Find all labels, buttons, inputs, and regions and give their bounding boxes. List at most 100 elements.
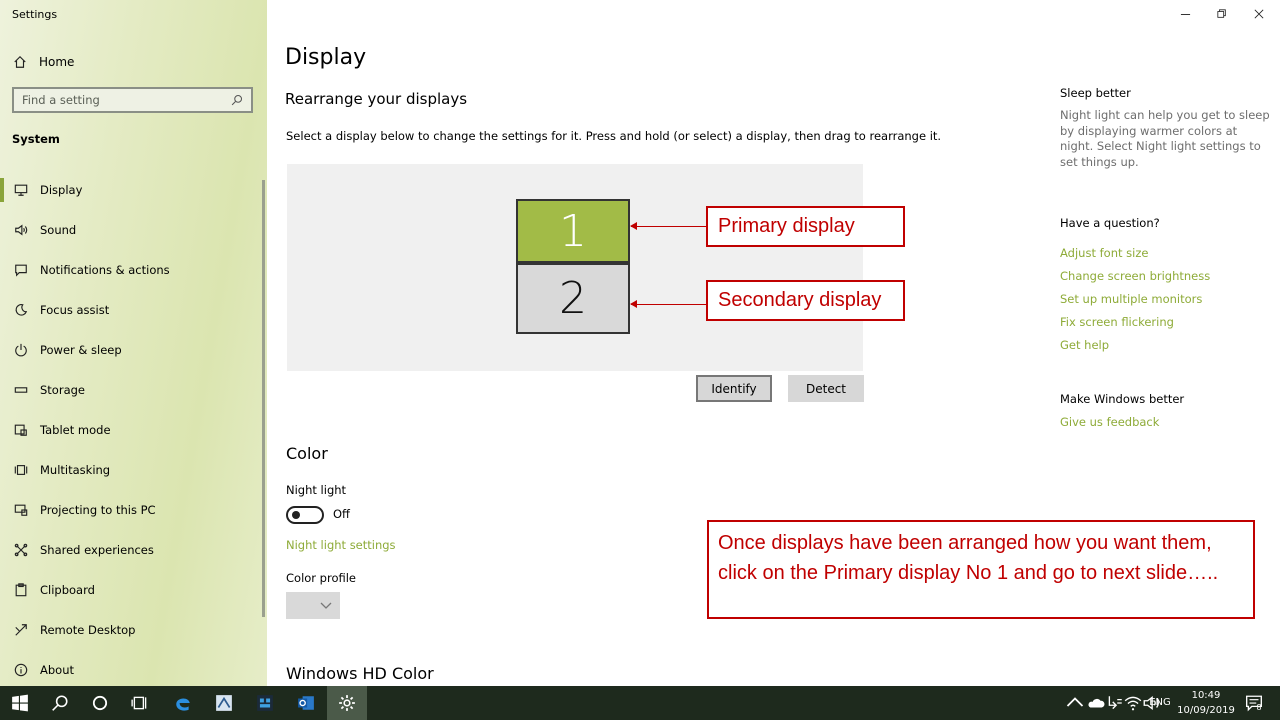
clock-date[interactable]: 10/09/2019 bbox=[1176, 705, 1236, 716]
night-light-toggle[interactable] bbox=[286, 506, 324, 524]
color-profile-dropdown[interactable] bbox=[286, 592, 340, 619]
sidebar-item-label: Power & sleep bbox=[40, 343, 122, 357]
wifi-icon bbox=[1124, 696, 1142, 711]
sidebar-item-label: Focus assist bbox=[40, 303, 110, 317]
app-button-2[interactable] bbox=[245, 686, 285, 720]
link-adjust-font-size[interactable]: Adjust font size bbox=[1060, 246, 1270, 269]
app-icon bbox=[216, 695, 232, 711]
settings-taskbar-button[interactable] bbox=[327, 686, 367, 720]
sidebar-item-label: Sound bbox=[40, 223, 77, 237]
sleep-better-title: Sleep better bbox=[1060, 86, 1131, 100]
search-icon[interactable] bbox=[231, 91, 243, 110]
sidebar-item-shared-experiences[interactable]: Shared experiences bbox=[0, 530, 262, 570]
link-get-help[interactable]: Get help bbox=[1060, 338, 1270, 361]
link-fix-flickering[interactable]: Fix screen flickering bbox=[1060, 315, 1270, 338]
info-icon bbox=[13, 662, 29, 678]
task-view-button[interactable] bbox=[120, 686, 160, 720]
night-light-settings-link[interactable]: Night light settings bbox=[286, 538, 396, 552]
page-title: Display bbox=[285, 45, 367, 70]
notifications-icon bbox=[13, 262, 29, 278]
color-heading: Color bbox=[286, 444, 328, 463]
monitor-2[interactable]: 2 bbox=[516, 263, 630, 334]
home-nav[interactable]: Home bbox=[12, 52, 74, 72]
section-label: System bbox=[12, 132, 60, 146]
tray-overflow-button[interactable] bbox=[1066, 686, 1084, 720]
sidebar-item-multitasking[interactable]: Multitasking bbox=[0, 450, 262, 490]
sidebar-item-projecting[interactable]: Projecting to this PC bbox=[0, 490, 262, 530]
sidebar-item-sound[interactable]: Sound bbox=[0, 210, 262, 250]
sidebar-item-label: Clipboard bbox=[40, 583, 95, 597]
sidebar-item-remote-desktop[interactable]: Remote Desktop bbox=[0, 610, 262, 650]
wifi-button[interactable] bbox=[1124, 686, 1142, 720]
close-icon bbox=[1254, 9, 1264, 19]
sidebar-item-label: Remote Desktop bbox=[40, 623, 136, 637]
chevron-down-icon bbox=[320, 602, 332, 609]
storage-icon bbox=[13, 382, 29, 398]
rearrange-heading: Rearrange your displays bbox=[285, 90, 468, 108]
taskbar: ENG 10:49 10/09/2019 8 bbox=[0, 686, 1280, 720]
speaker-icon bbox=[13, 222, 29, 238]
make-windows-better-title: Make Windows better bbox=[1060, 392, 1185, 406]
multitasking-icon bbox=[13, 462, 29, 478]
sidebar-item-label: Projecting to this PC bbox=[40, 503, 156, 517]
close-button[interactable] bbox=[1236, 4, 1280, 24]
sidebar-item-about[interactable]: About bbox=[0, 650, 262, 690]
link-multiple-monitors[interactable]: Set up multiple monitors bbox=[1060, 292, 1270, 315]
notification-count-badge: 8 bbox=[1256, 703, 1262, 712]
sidebar-item-label: Display bbox=[40, 183, 83, 197]
sidebar-item-label: Storage bbox=[40, 383, 85, 397]
edge-button[interactable] bbox=[163, 686, 203, 720]
sidebar-item-label: Shared experiences bbox=[40, 543, 154, 557]
clipboard-icon bbox=[13, 582, 29, 598]
sidebar-item-clipboard[interactable]: Clipboard bbox=[0, 570, 262, 610]
sidebar-item-storage[interactable]: Storage bbox=[0, 370, 262, 410]
app-icon bbox=[257, 695, 273, 711]
cortana-icon bbox=[92, 695, 108, 711]
onedrive-tray-icon-button[interactable] bbox=[1086, 686, 1106, 720]
outlook-icon bbox=[298, 696, 314, 710]
search-icon bbox=[52, 695, 68, 711]
instruction-callout: Once displays have been arranged how you… bbox=[707, 520, 1255, 619]
feedback-link[interactable]: Give us feedback bbox=[1060, 415, 1270, 429]
task-view-icon bbox=[131, 696, 147, 710]
sidebar-item-notifications[interactable]: Notifications & actions bbox=[0, 250, 262, 290]
sidebar-item-focus-assist[interactable]: Focus assist bbox=[0, 290, 262, 330]
start-button[interactable] bbox=[0, 686, 40, 720]
hd-color-heading: Windows HD Color bbox=[286, 664, 434, 683]
projecting-icon bbox=[13, 502, 29, 518]
secondary-display-callout: Secondary display bbox=[706, 280, 905, 321]
shared-icon bbox=[13, 542, 29, 558]
sidebar-scrollbar[interactable] bbox=[262, 180, 265, 617]
gear-icon bbox=[339, 695, 355, 711]
question-title: Have a question? bbox=[1060, 216, 1160, 230]
sidebar: Settings Home System Display Sound Notif… bbox=[0, 0, 267, 686]
sidebar-item-display[interactable]: Display bbox=[0, 170, 262, 210]
app-button-1[interactable] bbox=[204, 686, 244, 720]
language-indicator[interactable]: ENG bbox=[1146, 697, 1174, 708]
tray-app-button[interactable] bbox=[1106, 686, 1124, 720]
monitor-1[interactable]: 1 bbox=[516, 199, 630, 263]
sidebar-item-power-sleep[interactable]: Power & sleep bbox=[0, 330, 262, 370]
rearrange-description: Select a display below to change the set… bbox=[286, 129, 942, 143]
outlook-button[interactable] bbox=[286, 686, 326, 720]
sidebar-item-tablet-mode[interactable]: Tablet mode bbox=[0, 410, 262, 450]
cloud-icon bbox=[1088, 698, 1105, 708]
identify-button[interactable]: Identify bbox=[696, 375, 772, 402]
clock-time[interactable]: 10:49 bbox=[1176, 690, 1236, 701]
night-light-state: Off bbox=[333, 507, 350, 521]
cortana-button[interactable] bbox=[80, 686, 120, 720]
search-input[interactable] bbox=[22, 93, 212, 107]
remote-desktop-icon bbox=[13, 622, 29, 638]
sidebar-item-label: Multitasking bbox=[40, 463, 111, 477]
monitor-icon bbox=[13, 182, 29, 198]
detect-button[interactable]: Detect bbox=[788, 375, 864, 402]
secondary-arrow bbox=[630, 300, 706, 308]
primary-arrow bbox=[630, 222, 706, 230]
sidebar-item-label: About bbox=[40, 663, 75, 677]
search-box[interactable] bbox=[12, 87, 253, 113]
link-change-brightness[interactable]: Change screen brightness bbox=[1060, 269, 1270, 292]
tablet-icon bbox=[13, 422, 29, 438]
display-arrangement-area[interactable]: 1 2 bbox=[287, 164, 863, 371]
sleep-better-text: Night light can help you get to sleep by… bbox=[1060, 108, 1270, 169]
search-taskbar-button[interactable] bbox=[40, 686, 80, 720]
